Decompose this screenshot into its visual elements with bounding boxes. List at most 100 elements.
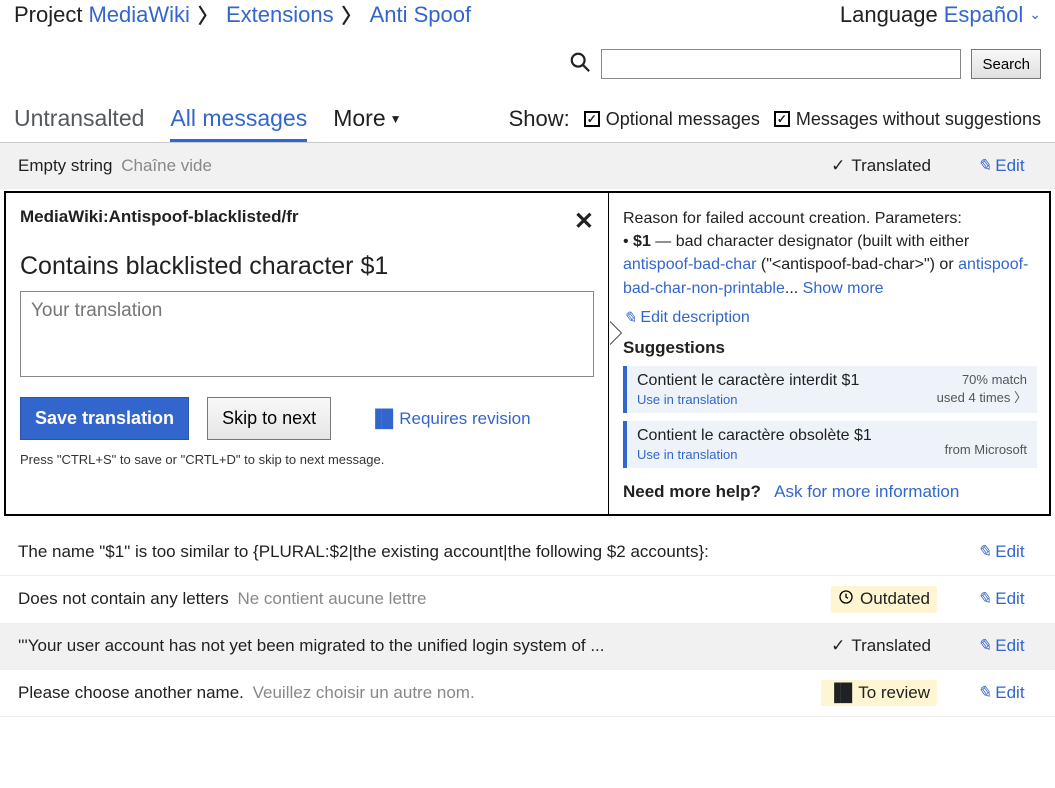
message-source: '''Your user account has not yet been mi… — [18, 636, 605, 655]
message-source: Please choose another name. — [18, 683, 244, 702]
breadcrumb-sep: 〉 — [340, 0, 364, 29]
message-translation: Ne contient aucune lettre — [237, 589, 426, 608]
keyboard-hint: Press "CTRL+S" to save or "CRTL+D" to sk… — [20, 452, 594, 467]
edit-description-button[interactable]: ✎ Edit description — [623, 308, 1037, 328]
status-label: To review — [858, 683, 930, 703]
suggestion-text: Contient le caractère obsolète $1 — [637, 427, 872, 445]
status-to-review: ▐█ To review — [821, 680, 937, 706]
desc-ellipsis: ... — [785, 280, 803, 297]
language-label: Language — [840, 2, 938, 28]
tab-all-messages[interactable]: All messages — [170, 105, 307, 142]
message-row[interactable]: Does not contain any letters Ne contient… — [0, 576, 1055, 624]
edit-label: Edit — [995, 542, 1024, 562]
edit-label: Edit — [995, 636, 1024, 656]
triangle-down-icon: ▼ — [390, 112, 402, 126]
edit-label: Edit — [995, 156, 1024, 176]
suggestion-item[interactable]: Contient le caractère interdit $1 Use in… — [623, 366, 1037, 413]
tab-more-label: More — [333, 105, 385, 132]
translation-input[interactable] — [20, 291, 594, 377]
edit-button[interactable]: ✎ Edit — [977, 589, 1037, 609]
checkbox-optional-messages[interactable]: ✓ Optional messages — [584, 109, 760, 130]
check-icon: ✓ — [831, 156, 845, 176]
check-icon: ✓ — [831, 636, 845, 656]
edit-button[interactable]: ✎ Edit — [977, 156, 1037, 176]
desc-param: $1 — [633, 233, 651, 250]
search-icon[interactable] — [569, 51, 591, 78]
tab-more[interactable]: More ▼ — [333, 105, 401, 142]
search-input[interactable] — [601, 49, 961, 79]
status-outdated: Outdated — [831, 586, 937, 613]
link-antispoof-bad-char[interactable]: antispoof-bad-char — [623, 256, 756, 273]
checkmark-icon: ✓ — [584, 111, 600, 127]
use-suggestion-button[interactable]: Use in translation — [637, 447, 872, 462]
breadcrumb-sep: 〉 — [196, 0, 220, 29]
message-description: Reason for failed account creation. Para… — [623, 207, 1037, 300]
suggestion-source: from Microsoft — [945, 442, 1027, 457]
pencil-icon: ✎ — [977, 156, 991, 176]
project-label: Project — [14, 2, 82, 28]
checkmark-icon: ✓ — [774, 111, 790, 127]
message-source: Does not contain any letters — [18, 589, 229, 608]
message-translation: Chaîne vide — [121, 156, 212, 175]
show-more-link[interactable]: Show more — [803, 280, 884, 297]
pencil-icon: ✎ — [977, 683, 991, 703]
message-translation: Veuillez choisir un autre nom. — [253, 683, 475, 702]
edit-button[interactable]: ✎ Edit — [977, 542, 1037, 562]
requires-revision-label: Requires revision — [399, 409, 530, 429]
bullet-icon: • — [623, 233, 633, 250]
chevron-down-icon: ⌄ — [1029, 6, 1041, 23]
language-selector[interactable]: Language Español ⌄ — [840, 2, 1041, 28]
breadcrumb-mediawiki[interactable]: MediaWiki — [88, 2, 189, 28]
status-translated: ✓ Translated — [825, 634, 937, 658]
suggestions-heading: Suggestions — [623, 338, 1037, 358]
status-translated: ✓ Translated — [825, 154, 937, 178]
edit-button[interactable]: ✎ Edit — [977, 636, 1037, 656]
message-source: The name "$1" is too similar to {PLURAL:… — [18, 542, 709, 561]
checkbox-without-suggestions[interactable]: ✓ Messages without suggestions — [774, 109, 1041, 130]
show-label: Show: — [509, 106, 570, 132]
message-row[interactable]: Empty string Chaîne vide ✓ Translated ✎ … — [0, 143, 1055, 189]
language-value[interactable]: Español — [944, 2, 1024, 28]
suggestion-used[interactable]: used 4 times 〉 — [937, 387, 1027, 406]
pencil-icon: ✎ — [977, 636, 991, 656]
pointer-icon — [609, 321, 621, 345]
help-row: Need more help? Ask for more information — [623, 482, 1037, 502]
message-row[interactable]: Please choose another name. Veuillez cho… — [0, 670, 1055, 717]
desc-param-text: — bad character designator (built with e… — [651, 233, 969, 250]
status-label: Translated — [851, 156, 931, 176]
requires-revision-toggle[interactable]: ▐█ Requires revision — [369, 409, 530, 429]
message-row[interactable]: The name "$1" is too similar to {PLURAL:… — [0, 530, 1055, 576]
tab-untranslated[interactable]: Untransalted — [14, 105, 144, 142]
flag-icon: ▐█ — [369, 409, 393, 429]
checkbox-optional-label: Optional messages — [606, 109, 760, 130]
use-suggestion-button[interactable]: Use in translation — [637, 392, 859, 407]
desc-line1: Reason for failed account creation. Para… — [623, 210, 962, 227]
flag-icon: ▐█ — [828, 683, 852, 703]
suggestion-match: 70% match — [937, 372, 1027, 387]
edit-description-label: Edit description — [640, 309, 749, 327]
edit-label: Edit — [995, 589, 1024, 609]
source-text: Contains blacklisted character $1 — [20, 252, 594, 281]
pencil-icon: ✎ — [977, 542, 991, 562]
checkbox-without-label: Messages without suggestions — [796, 109, 1041, 130]
pencil-icon: ✎ — [623, 308, 636, 328]
save-button[interactable]: Save translation — [20, 397, 189, 440]
breadcrumb-extensions[interactable]: Extensions — [226, 2, 334, 28]
edit-button[interactable]: ✎ Edit — [977, 683, 1037, 703]
message-key: MediaWiki:Antispoof-blacklisted/fr — [20, 207, 298, 227]
breadcrumb-antispoof[interactable]: Anti Spoof — [370, 2, 472, 28]
message-source: Empty string — [18, 156, 112, 175]
message-row[interactable]: '''Your user account has not yet been mi… — [0, 624, 1055, 670]
skip-button[interactable]: Skip to next — [207, 397, 331, 440]
suggestion-text: Contient le caractère interdit $1 — [637, 372, 859, 390]
pencil-icon: ✎ — [977, 589, 991, 609]
ask-more-link[interactable]: Ask for more information — [774, 482, 959, 501]
breadcrumb: Project MediaWiki 〉 Extensions 〉 Anti Sp… — [14, 0, 471, 29]
suggestion-item[interactable]: Contient le caractère obsolète $1 Use in… — [623, 421, 1037, 468]
edit-label: Edit — [995, 683, 1024, 703]
search-button[interactable]: Search — [971, 49, 1041, 79]
translation-editor: MediaWiki:Antispoof-blacklisted/fr ✕ Con… — [4, 191, 1051, 516]
status-label: Outdated — [860, 589, 930, 609]
close-icon[interactable]: ✕ — [574, 207, 594, 236]
desc-paren: ("<antispoof-bad-char>") or — [756, 256, 958, 273]
